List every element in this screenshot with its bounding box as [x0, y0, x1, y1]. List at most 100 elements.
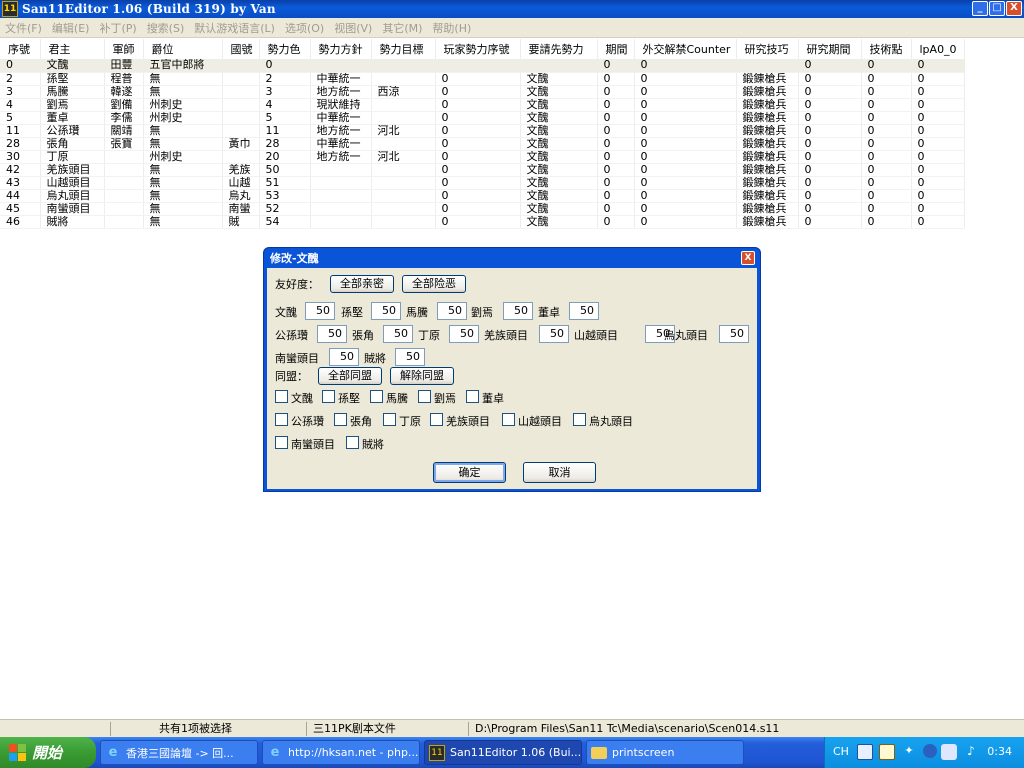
- cancel-button[interactable]: 取消: [523, 462, 596, 483]
- alliance-checkbox[interactable]: [370, 390, 383, 403]
- friendship-value-input[interactable]: 50: [371, 302, 401, 320]
- table-cell: [104, 150, 144, 164]
- table-row[interactable]: 43 山越頭目無山越 51 0 文醜 0 0 鍛錬槍兵 0 0 0: [0, 176, 965, 190]
- column-header[interactable]: 研究技巧: [736, 39, 799, 59]
- tray-expand-icon[interactable]: [923, 744, 937, 758]
- friendship-value-input[interactable]: 50: [317, 325, 347, 343]
- status-bar: 共有1项被选择 三11PK剧本文件 D:\Program Files\San11…: [0, 719, 1024, 737]
- table-cell: 烏丸: [222, 189, 260, 203]
- column-header[interactable]: 軍師: [104, 39, 144, 59]
- alliance-checkbox[interactable]: [334, 413, 347, 426]
- table-cell: 鍛錬槍兵: [736, 176, 799, 190]
- table-row[interactable]: 44 烏丸頭目無烏丸 53 0 文醜 0 0 鍛錬槍兵 0 0 0: [0, 189, 965, 203]
- task-item-forum[interactable]: e 香港三國論壇 -> 回...: [100, 740, 258, 765]
- all-ally-button[interactable]: 全部同盟: [318, 367, 382, 385]
- table-row[interactable]: 2 孫堅 程普無 2 中華統一 0 文醜 0 0 鍛錬槍兵 0 0 0: [0, 72, 965, 86]
- alliance-checkbox[interactable]: [430, 413, 443, 426]
- column-header[interactable]: 研究期間: [798, 39, 862, 59]
- alliance-checkbox[interactable]: [573, 413, 586, 426]
- table-row[interactable]: 45 南蠻頭目無南蠻 52 0 文醜 0 0 鍛錬槍兵 0 0 0: [0, 202, 965, 216]
- alliance-checkbox[interactable]: [383, 413, 396, 426]
- table-cell: 0: [597, 150, 635, 164]
- title-bar: 11 San11Editor 1.06 (Build 319) by Van _…: [0, 0, 1024, 18]
- friendship-value-input[interactable]: 50: [437, 302, 467, 320]
- minimize-button[interactable]: _: [972, 1, 988, 16]
- alliance-checkbox[interactable]: [275, 413, 288, 426]
- table-cell: 羌族: [222, 163, 260, 177]
- table-row[interactable]: 11 公孫瓚 關靖無 11 地方統一 河北 0 文醜 0 0 鍛錬槍兵 0 0 0: [0, 124, 965, 138]
- column-header[interactable]: 要請先勢力: [520, 39, 598, 59]
- column-header[interactable]: 君主: [40, 39, 105, 59]
- friendship-value-input[interactable]: 50: [383, 325, 413, 343]
- alliance-checkbox[interactable]: [322, 390, 335, 403]
- remove-ally-button[interactable]: 解除同盟: [390, 367, 454, 385]
- column-header[interactable]: 期間: [597, 39, 635, 59]
- alliance-checkbox[interactable]: [275, 390, 288, 403]
- alliance-checkbox[interactable]: [275, 436, 288, 449]
- start-button[interactable]: 開始: [0, 737, 96, 768]
- table-cell: [222, 72, 260, 86]
- table-row[interactable]: 30 丁原 州刺史 20 地方統一 河北 0 文醜 0 0 鍛錬槍兵 0 0 0: [0, 150, 965, 164]
- column-header[interactable]: 爵位: [143, 39, 223, 59]
- column-header[interactable]: 外交解禁Counter: [634, 39, 737, 59]
- language-indicator[interactable]: CH: [833, 745, 849, 758]
- help-icon[interactable]: [879, 744, 895, 760]
- table-cell: 0: [798, 124, 862, 138]
- all-friendly-button[interactable]: 全部亲密: [330, 275, 394, 293]
- table-cell: 3: [0, 85, 41, 99]
- table-row[interactable]: 42 羌族頭目無羌族 50 0 文醜 0 0 鍛錬槍兵 0 0 0: [0, 163, 965, 177]
- all-hostile-button[interactable]: 全部险恶: [402, 275, 466, 293]
- column-header[interactable]: 國號: [222, 39, 260, 59]
- column-header[interactable]: 勢力色: [259, 39, 311, 59]
- friendship-value-input[interactable]: 50: [539, 325, 569, 343]
- column-header[interactable]: 玩家勢力序號: [435, 39, 521, 59]
- settings-icon[interactable]: ✦: [901, 744, 917, 760]
- task-item-printscreen[interactable]: printscreen: [586, 740, 744, 765]
- table-row[interactable]: 4 劉焉 劉備 州刺史 4 現狀維持 0 文醜 0 0 鍛錬槍兵 0 0 0: [0, 98, 965, 112]
- friendship-value-input[interactable]: 50: [503, 302, 533, 320]
- column-header[interactable]: 勢力目標: [371, 39, 436, 59]
- friendship-value-input[interactable]: 50: [305, 302, 335, 320]
- table-cell: 0: [634, 59, 737, 73]
- menu-file[interactable]: 文件(F): [5, 20, 42, 36]
- menu-misc[interactable]: 其它(M): [382, 20, 422, 36]
- column-header[interactable]: 勢力方針: [310, 39, 372, 59]
- maximize-button[interactable]: □: [989, 1, 1005, 16]
- friendship-value-input[interactable]: 50: [329, 348, 359, 366]
- column-header[interactable]: lpA0_0: [911, 39, 965, 59]
- menu-language[interactable]: 默认游戏语言(L): [194, 20, 275, 36]
- volume-icon[interactable]: ♪: [963, 744, 979, 760]
- close-button[interactable]: X: [1006, 1, 1022, 16]
- network-icon[interactable]: [941, 744, 957, 760]
- menu-search[interactable]: 搜索(S): [147, 20, 185, 36]
- table-row[interactable]: 46 賊將無賊 54 0 文醜 0 0 鍛錬槍兵 0 0 0: [0, 215, 965, 229]
- alliance-checkbox[interactable]: [418, 390, 431, 403]
- system-tray: CH ✦ ♪ 0:34: [824, 737, 1024, 768]
- menu-help[interactable]: 帮助(H): [432, 20, 471, 36]
- table-row[interactable]: 3 馬騰 韓遂無 3 地方統一 西涼 0 文醜 0 0 鍛錬槍兵 0 0 0: [0, 85, 965, 99]
- task-item-hksan[interactable]: e http://hksan.net - php...: [262, 740, 420, 765]
- friendship-value-input[interactable]: 50: [395, 348, 425, 366]
- input-method-icon[interactable]: [857, 744, 873, 760]
- alliance-checkbox[interactable]: [346, 436, 359, 449]
- menu-edit[interactable]: 编辑(E): [52, 20, 90, 36]
- column-header[interactable]: 序號: [0, 39, 41, 59]
- friendship-value-input[interactable]: 50: [719, 325, 749, 343]
- alliance-checkbox[interactable]: [502, 413, 515, 426]
- ok-button[interactable]: 确定: [433, 462, 506, 483]
- dialog-close-button[interactable]: X: [741, 251, 755, 265]
- column-header[interactable]: 技術點: [861, 39, 912, 59]
- friendship-value-input[interactable]: 50: [449, 325, 479, 343]
- menu-options[interactable]: 选项(O): [285, 20, 324, 36]
- table-cell: 文醜: [40, 59, 105, 73]
- table-row[interactable]: 5 董卓 李儒 州刺史 5 中華統一 0 文醜 0 0 鍛錬槍兵 0 0 0: [0, 111, 965, 125]
- table-row[interactable]: 28 張角 張寶無黃巾 28 中華統一 0 文醜 0 0 鍛錬槍兵 0 0 0: [0, 137, 965, 151]
- friendship-value-input[interactable]: 50: [569, 302, 599, 320]
- table-row[interactable]: 0 文醜 田豐 五官中郎將 0 0 0 0 0 0: [0, 59, 965, 73]
- alliance-checkbox[interactable]: [466, 390, 479, 403]
- table-cell: 0: [597, 59, 635, 73]
- app-icon[interactable]: 11: [2, 1, 18, 17]
- menu-view[interactable]: 视图(V): [334, 20, 372, 36]
- menu-patch[interactable]: 补丁(P): [99, 20, 136, 36]
- task-item-san11editor[interactable]: 11 San11Editor 1.06 (Bui...: [424, 740, 582, 765]
